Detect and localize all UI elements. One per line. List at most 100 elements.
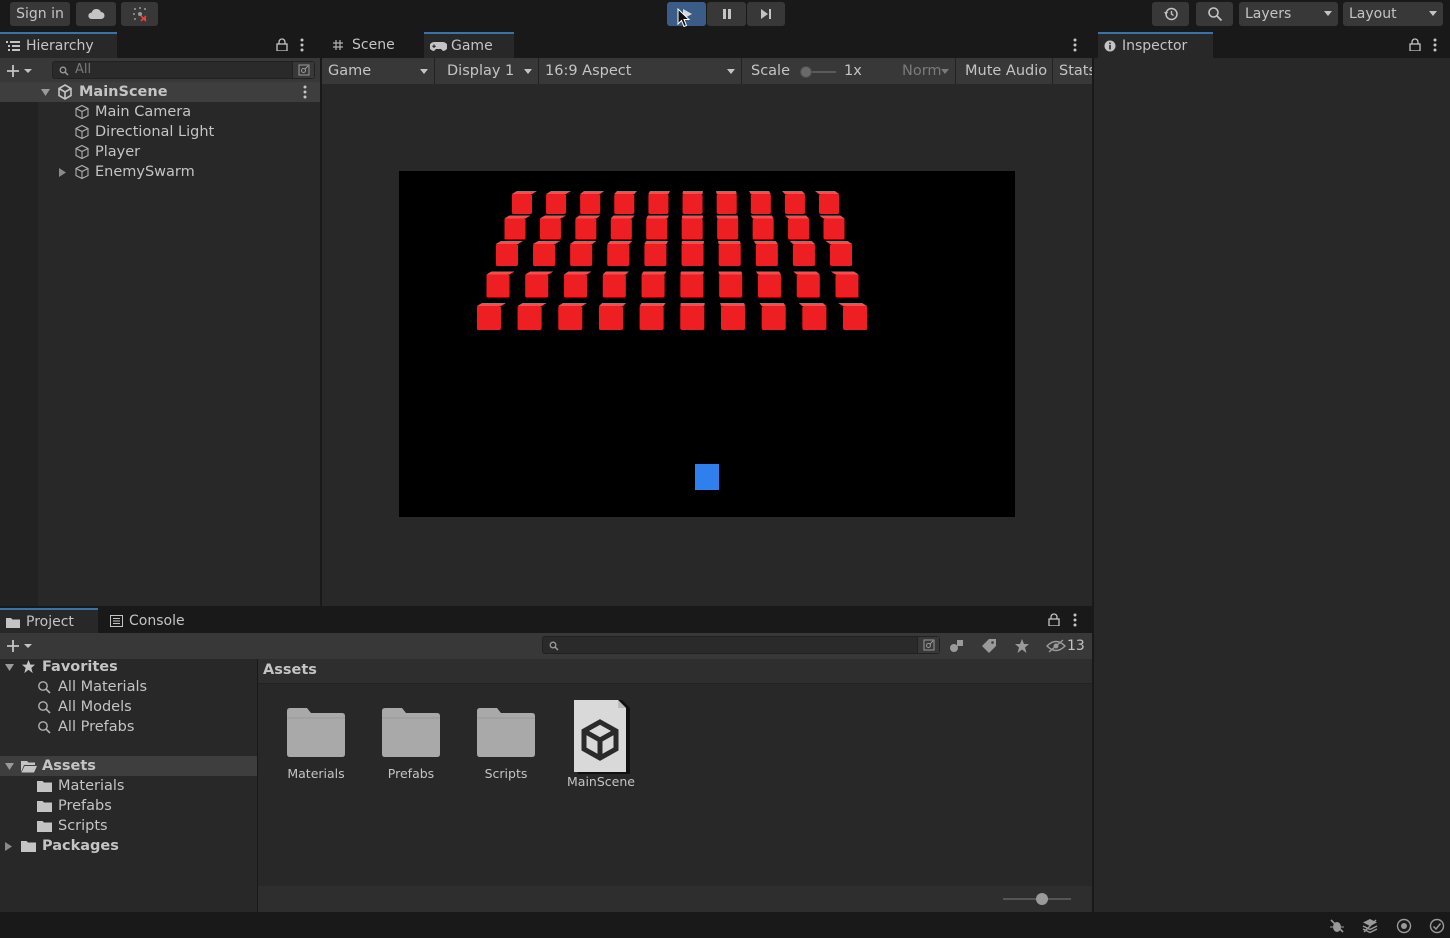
- expand-arrow-icon[interactable]: [40, 88, 51, 97]
- project-tree: Favorites All Materials All Models All P…: [0, 659, 257, 912]
- enemy-cube: [564, 271, 592, 298]
- quality-dropdown[interactable]: Norm: [896, 58, 956, 84]
- tab-console[interactable]: Console: [104, 608, 204, 634]
- layers-dropdown[interactable]: Layers: [1239, 2, 1338, 26]
- tab-scene[interactable]: Scene: [326, 32, 422, 58]
- pause-button[interactable]: [707, 2, 746, 26]
- folder-icon: [37, 781, 52, 792]
- enemy-cube: [781, 191, 805, 214]
- expand-arrow-icon[interactable]: [4, 762, 15, 771]
- tree-favorite-item[interactable]: All Prefabs: [0, 717, 257, 737]
- tree-label: All Prefabs: [58, 719, 135, 735]
- kebab-menu-icon[interactable]: [1072, 38, 1078, 52]
- asset-scene[interactable]: MainScene: [561, 698, 641, 789]
- chevron-down-icon: [420, 69, 428, 74]
- layout-dropdown[interactable]: Layout: [1343, 2, 1443, 26]
- tab-label: Scene: [352, 37, 395, 53]
- expand-arrow-right-icon[interactable]: [58, 167, 67, 178]
- project-splitter[interactable]: [257, 659, 258, 912]
- chevron-down-icon: [727, 69, 735, 74]
- game-viewport[interactable]: [399, 171, 1015, 517]
- hidden-packages-toggle[interactable]: 13: [1046, 636, 1085, 656]
- hierarchy-item[interactable]: Player: [0, 142, 320, 162]
- tree-label: Assets: [42, 758, 96, 774]
- scene-search-toggle[interactable]: [292, 62, 314, 78]
- hierarchy-item[interactable]: EnemySwarm: [0, 162, 320, 182]
- hierarchy-search-input[interactable]: All: [52, 61, 315, 79]
- asset-folder[interactable]: Prefabs: [371, 706, 451, 781]
- star-icon: [21, 659, 36, 674]
- tree-favorite-item[interactable]: All Materials: [0, 677, 257, 697]
- asset-folder[interactable]: Scripts: [466, 706, 546, 781]
- undo-history-button[interactable]: [1152, 2, 1189, 26]
- project-search-input[interactable]: [542, 636, 940, 654]
- expand-arrow-right-icon[interactable]: [4, 841, 13, 852]
- enemy-cube: [755, 271, 781, 298]
- hierarchy-item[interactable]: Main Camera: [0, 102, 320, 122]
- tree-asset-folder[interactable]: Materials: [0, 776, 257, 796]
- search-icon: [1207, 7, 1222, 22]
- scale-value: 1x: [844, 63, 862, 79]
- search-button[interactable]: [1196, 2, 1233, 26]
- tree-favorites[interactable]: Favorites: [0, 657, 257, 677]
- search-mode-toggle[interactable]: [917, 637, 939, 653]
- display-dropdown[interactable]: Display 1: [441, 58, 539, 84]
- layers-stack-icon[interactable]: [1362, 918, 1378, 934]
- mute-audio-label: Mute Audio: [965, 63, 1048, 79]
- enemy-cube: [718, 271, 743, 298]
- kebab-menu-icon[interactable]: [1432, 38, 1438, 52]
- sign-in-button[interactable]: Sign in: [10, 2, 70, 26]
- expand-arrow-icon[interactable]: [4, 663, 15, 672]
- tree-asset-folder[interactable]: Prefabs: [0, 796, 257, 816]
- aspect-dropdown[interactable]: 16:9 Aspect: [539, 58, 742, 84]
- cloud-icon: [88, 8, 105, 19]
- tree-label: Favorites: [42, 659, 118, 675]
- icon-size-slider-thumb[interactable]: [1036, 893, 1048, 905]
- breadcrumb-label[interactable]: Assets: [263, 662, 317, 678]
- step-button[interactable]: [747, 2, 785, 26]
- tab-hierarchy[interactable]: Hierarchy: [0, 32, 117, 58]
- tree-assets[interactable]: Assets: [0, 756, 257, 776]
- tree-packages[interactable]: Packages: [0, 836, 257, 856]
- tree-label: Materials: [58, 778, 125, 794]
- view-mode-dropdown[interactable]: Game: [322, 58, 435, 84]
- enemy-cube: [680, 271, 704, 298]
- filter-by-type-icon[interactable]: [949, 638, 965, 654]
- stats-toggle[interactable]: Stats: [1053, 58, 1092, 84]
- collab-button[interactable]: [121, 2, 158, 26]
- tab-project[interactable]: Project: [0, 608, 98, 634]
- asset-folder[interactable]: Materials: [276, 706, 356, 781]
- scale-slider-thumb[interactable]: [800, 66, 812, 78]
- filter-by-label-icon[interactable]: [981, 638, 997, 654]
- create-button[interactable]: [6, 62, 40, 80]
- game-view-toolbar: Game Display 1 16:9 Aspect Scale 1x Norm…: [322, 58, 1092, 84]
- lock-icon[interactable]: [276, 38, 288, 51]
- unity-scene-asset-icon: [574, 700, 630, 774]
- create-asset-button[interactable]: [6, 637, 40, 655]
- kebab-menu-icon[interactable]: [1072, 613, 1078, 627]
- tree-favorite-item[interactable]: All Models: [0, 697, 257, 717]
- tab-game[interactable]: Game: [424, 32, 514, 58]
- lock-icon[interactable]: [1409, 38, 1421, 51]
- mute-audio-toggle[interactable]: Mute Audio: [959, 58, 1053, 84]
- debug-off-icon[interactable]: [1329, 918, 1345, 934]
- aspect-label: 16:9 Aspect: [545, 63, 632, 79]
- enemy-cube: [750, 215, 774, 240]
- favorite-star-icon[interactable]: [1014, 638, 1030, 654]
- enemy-cube: [644, 241, 669, 266]
- kebab-menu-icon[interactable]: [302, 85, 308, 99]
- enemy-cube: [517, 303, 547, 330]
- lighting-icon[interactable]: [1396, 918, 1412, 934]
- hierarchy-scene-row[interactable]: MainScene: [0, 82, 320, 102]
- hierarchy-item[interactable]: Directional Light: [0, 122, 320, 142]
- folder-icon: [21, 841, 36, 852]
- tree-asset-folder[interactable]: Scripts: [0, 816, 257, 836]
- lock-icon[interactable]: [1048, 613, 1060, 626]
- kebab-menu-icon[interactable]: [299, 38, 305, 52]
- tab-inspector[interactable]: Inspector: [1098, 32, 1213, 58]
- chevron-down-icon: [1429, 11, 1437, 16]
- search-icon: [38, 701, 51, 714]
- check-circle-icon[interactable]: [1429, 918, 1445, 934]
- tab-label: Project: [26, 614, 74, 630]
- cloud-button[interactable]: [76, 2, 116, 26]
